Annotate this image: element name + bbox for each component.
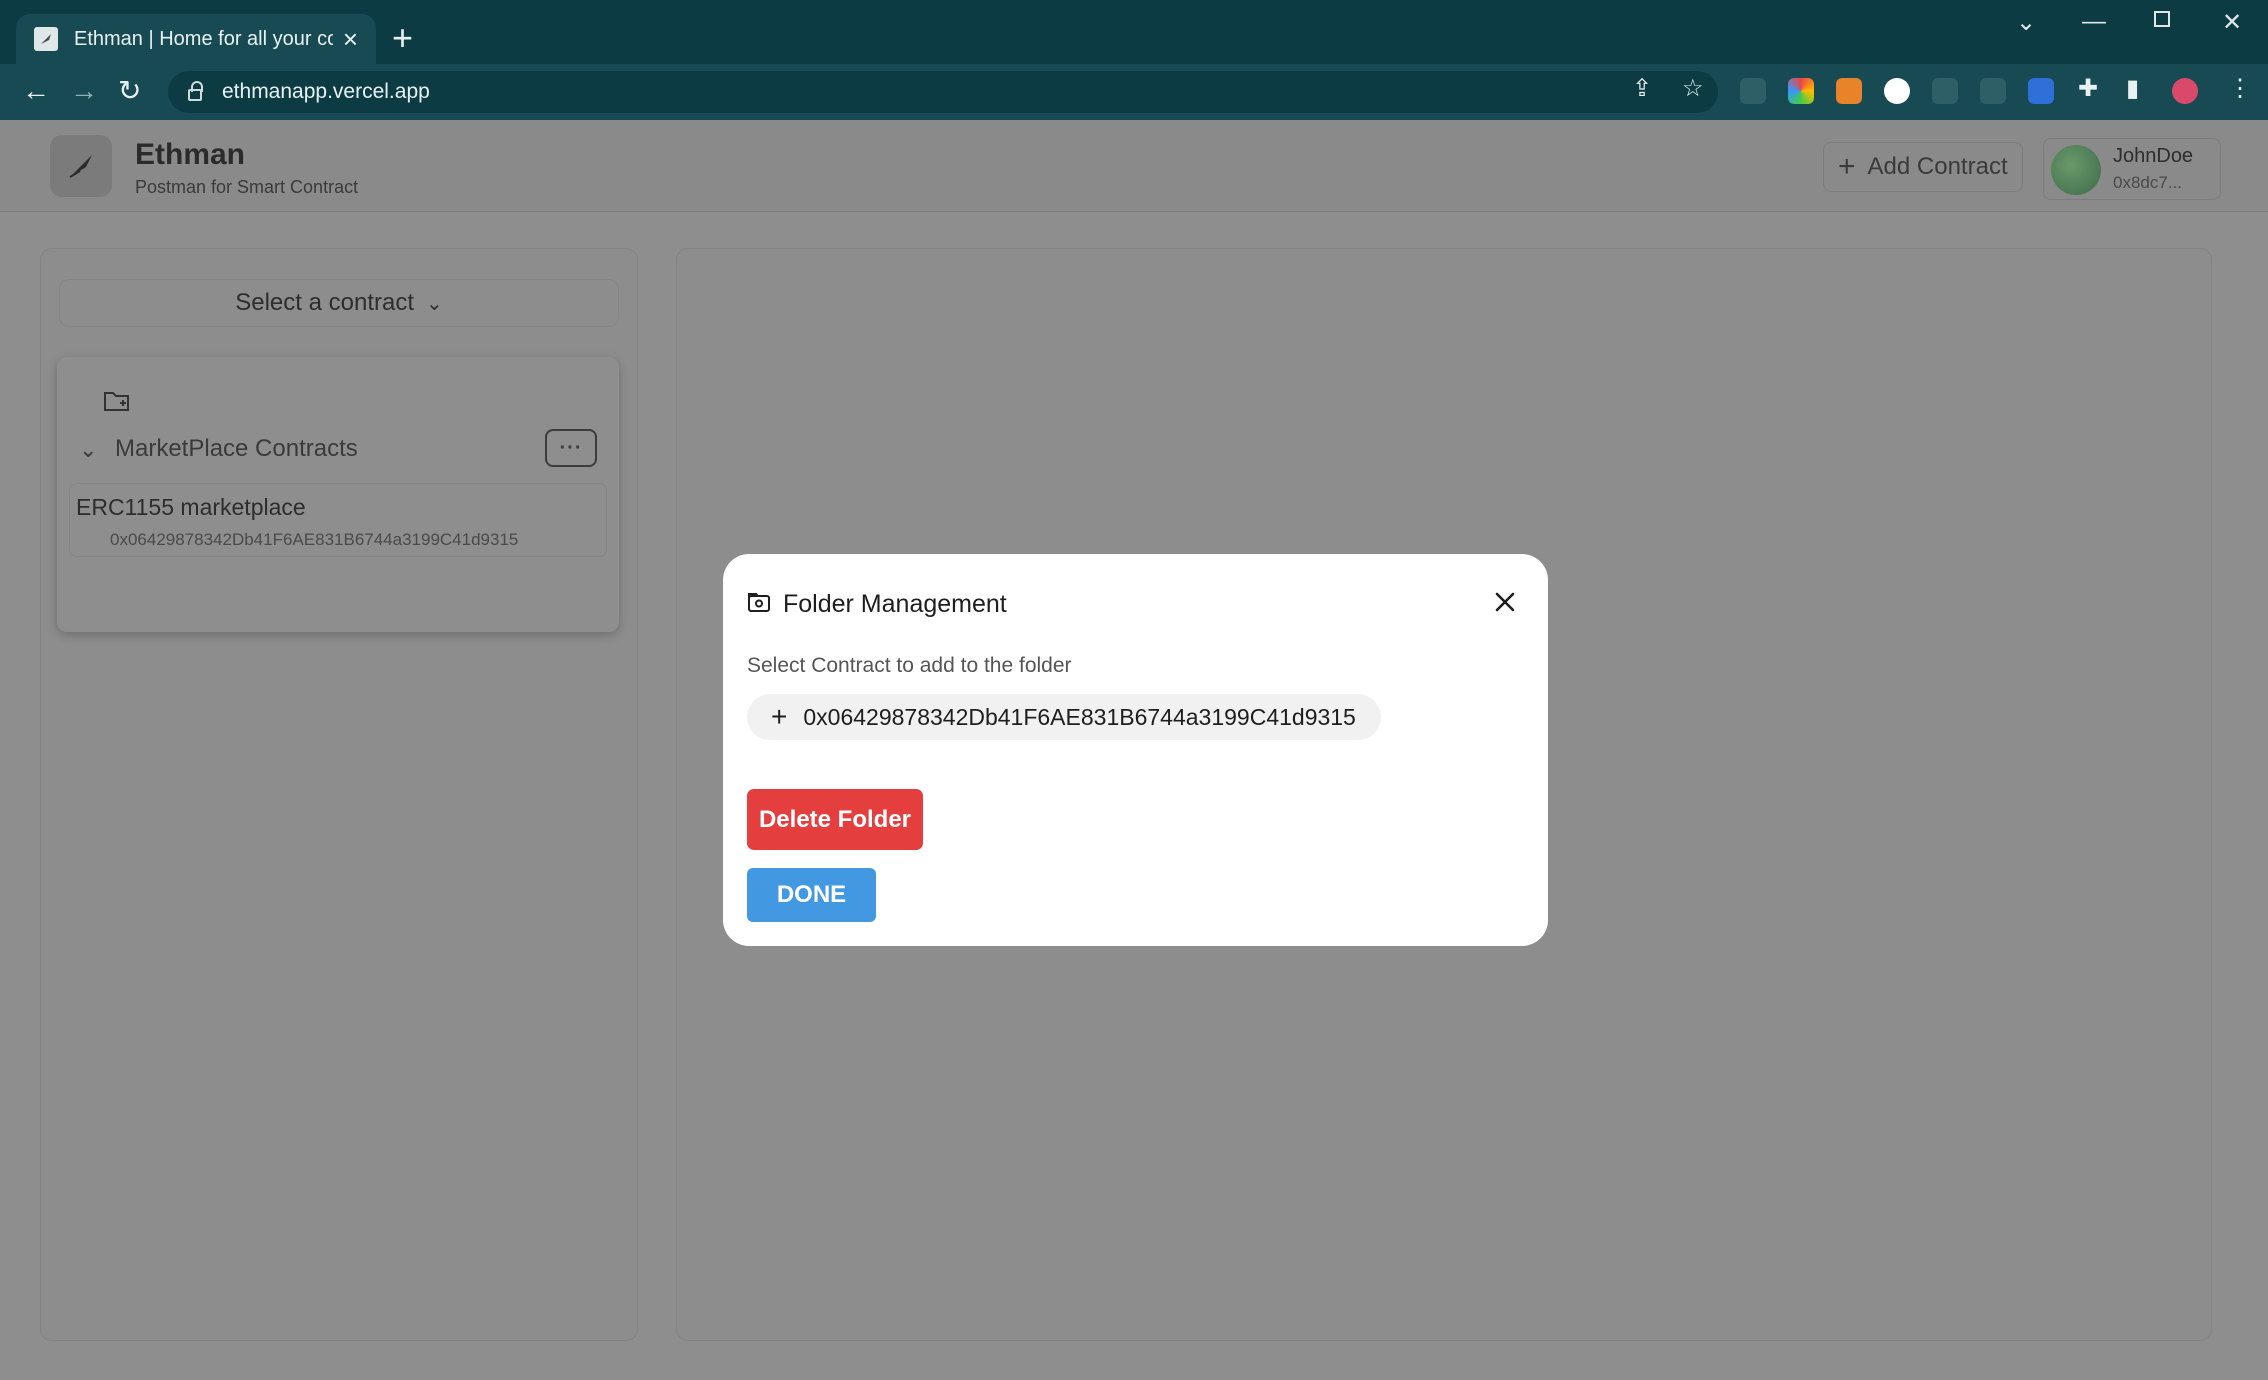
new-tab-icon[interactable]: + (392, 20, 413, 56)
modal-label: Select Contract to add to the folder (747, 654, 1072, 677)
sidebar: Select a contract ⌄ ⌄ MarketPlace Contra… (40, 248, 638, 1341)
minimize-icon[interactable]: — (2082, 8, 2106, 36)
extension-icon[interactable] (1740, 78, 1766, 104)
add-contract-label: Add Contract (1867, 153, 2008, 180)
add-contract-button[interactable]: + Add Contract (1823, 142, 2023, 192)
lock-icon (188, 81, 203, 101)
bookmark-star-icon[interactable]: ☆ (1682, 74, 1704, 103)
folder-list: ⌄ MarketPlace Contracts ··· ERC1155 mark… (57, 357, 619, 632)
profile-avatar-icon[interactable] (2172, 78, 2198, 104)
app-tagline: Postman for Smart Contract (135, 177, 359, 197)
url-text: ethmanapp.vercel.app (222, 80, 430, 103)
user-address: 0x8dc7... (2113, 173, 2182, 192)
tab-title: Ethman | Home for all your contr (74, 27, 333, 50)
app-name: Ethman (135, 138, 246, 171)
folder-management-modal: Folder Management Select Contract to add… (723, 554, 1548, 946)
share-icon[interactable]: ⇪ (1632, 74, 1652, 103)
window-close-icon[interactable]: ✕ (2222, 8, 2242, 37)
folder-name[interactable]: MarketPlace Contracts (115, 435, 358, 463)
add-folder-icon[interactable] (103, 389, 131, 418)
chevron-down-icon: ⌄ (426, 292, 443, 315)
contract-name: ERC1155 marketplace (76, 494, 306, 520)
contract-address: 0x06429878342Db41F6AE831B6744a3199C41d93… (110, 530, 519, 549)
extension-icon[interactable] (2028, 78, 2054, 104)
tab-search-icon[interactable]: ⌄ (2016, 8, 2036, 37)
metamask-icon[interactable] (1836, 78, 1862, 104)
close-icon[interactable] (1485, 582, 1525, 622)
address-bar[interactable]: ethmanapp.vercel.app (168, 71, 1718, 113)
plus-icon: + (771, 701, 788, 732)
color-extension-icon[interactable] (1788, 78, 1814, 104)
extensions-puzzle-icon[interactable]: ✚ (2078, 74, 2098, 103)
side-panel-icon[interactable]: ▮ (2126, 74, 2139, 103)
select-contract-label: Select a contract (235, 289, 414, 316)
user-account[interactable]: JohnDoe 0x8dc7... (2043, 138, 2221, 200)
chevron-down-icon[interactable]: ⌄ (79, 437, 97, 463)
ethman-favicon-icon (34, 27, 58, 51)
done-button[interactable]: DONE (747, 868, 876, 922)
back-icon[interactable]: ← (22, 74, 50, 108)
browser-tab[interactable]: Ethman | Home for all your contr × (16, 14, 376, 64)
select-contract-dropdown[interactable]: Select a contract ⌄ (59, 279, 619, 327)
tab-close-icon[interactable]: × (343, 26, 358, 52)
app-header: Ethman Postman for Smart Contract + Add … (0, 120, 2268, 212)
list-item[interactable]: ERC1155 marketplace 0x06429878342Db41F6A… (69, 483, 607, 557)
modal-title: Folder Management (783, 590, 1007, 618)
folder-settings-icon (748, 592, 770, 617)
add-contract-chip[interactable]: + 0x06429878342Db41F6AE831B6744a3199C41d… (747, 694, 1381, 740)
extension-icon[interactable] (1884, 78, 1910, 104)
reload-icon[interactable]: ↻ (118, 74, 141, 108)
forward-icon[interactable]: → (70, 74, 98, 108)
browser-chrome: Ethman | Home for all your contr × + ⌄ —… (0, 0, 2268, 120)
ethman-logo-icon (50, 135, 112, 197)
address-bar-row: ← → ↻ ethmanapp.vercel.app ⇪ ☆ ✚ ▮ ⋮ (0, 64, 2268, 120)
react-devtools-icon[interactable] (1980, 78, 2006, 104)
contract-address: 0x06429878342Db41F6AE831B6744a3199C41d93… (803, 703, 1356, 730)
delete-folder-button[interactable]: Delete Folder (747, 789, 923, 850)
plus-icon: + (1838, 150, 1856, 183)
user-name: JohnDoe (2113, 145, 2194, 167)
folder-options-button[interactable]: ··· (545, 429, 597, 467)
maximize-icon[interactable] (2152, 8, 2172, 36)
browser-menu-icon[interactable]: ⋮ (2228, 74, 2252, 103)
avatar (2051, 145, 2101, 195)
extension-icon[interactable] (1932, 78, 1958, 104)
